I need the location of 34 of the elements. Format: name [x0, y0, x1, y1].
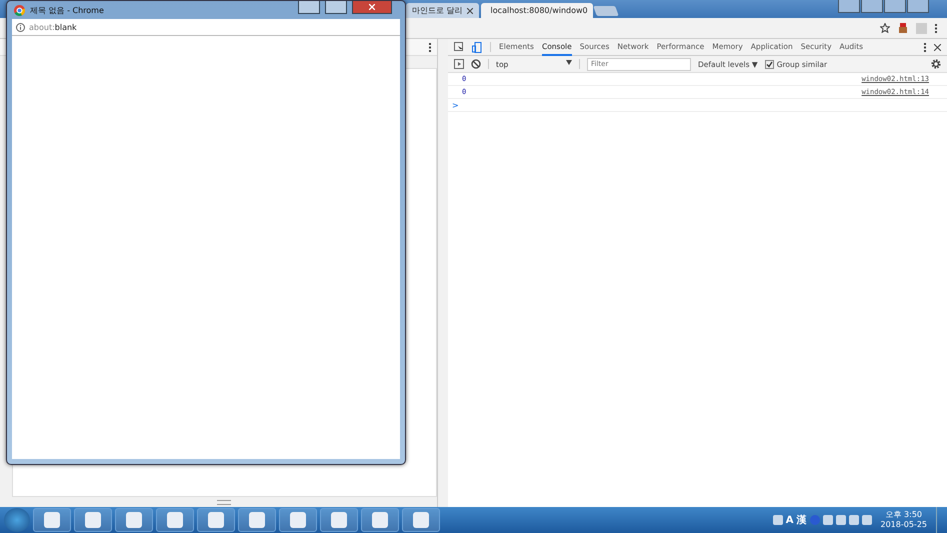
console-prompt[interactable]: > [452, 100, 459, 110]
checkbox[interactable] [764, 60, 774, 68]
maximize-button[interactable] [884, 0, 906, 13]
tab-title: localhost:8080/window0 [490, 6, 588, 15]
input-method-indicator[interactable]: A [786, 514, 794, 526]
start-button[interactable] [4, 508, 30, 532]
clock-time: 오후 3:50 [885, 510, 922, 520]
clock-date: 2018-05-25 [880, 520, 927, 530]
resize-handle[interactable] [217, 500, 231, 505]
caret-icon [566, 60, 572, 64]
close-icon[interactable] [934, 44, 941, 50]
settings-icon[interactable] [931, 59, 941, 69]
minimize-button[interactable] [861, 0, 883, 13]
info-icon [16, 22, 25, 32]
close-button[interactable] [352, 1, 392, 14]
close-icon [369, 4, 375, 10]
extension-icon[interactable] [898, 22, 908, 34]
inspect-icon[interactable] [454, 42, 464, 52]
minimize-button[interactable] [298, 1, 320, 14]
splitter-handle[interactable] [438, 39, 448, 507]
sidebar-toggle-icon[interactable] [454, 59, 464, 69]
close-icon[interactable] [466, 8, 473, 14]
input-method-indicator[interactable]: 漢 [796, 513, 806, 527]
device-icon[interactable] [472, 42, 482, 52]
new-tab-button[interactable] [592, 6, 618, 16]
browser-tab[interactable]: localhost:8080/window0 [480, 3, 593, 18]
star-icon[interactable] [880, 23, 890, 33]
clear-icon[interactable] [471, 59, 481, 69]
clock[interactable]: 오후 3:50 2018-05-25 [874, 510, 933, 530]
window-title: 제목 없음 - Chrome [30, 4, 104, 16]
browser-tab[interactable]: 마인드로 달리 [406, 3, 479, 18]
address-bar[interactable]: about:blank [12, 19, 400, 36]
maximize-button[interactable] [325, 1, 347, 14]
tab-title: 마인드로 달리 [412, 5, 463, 16]
